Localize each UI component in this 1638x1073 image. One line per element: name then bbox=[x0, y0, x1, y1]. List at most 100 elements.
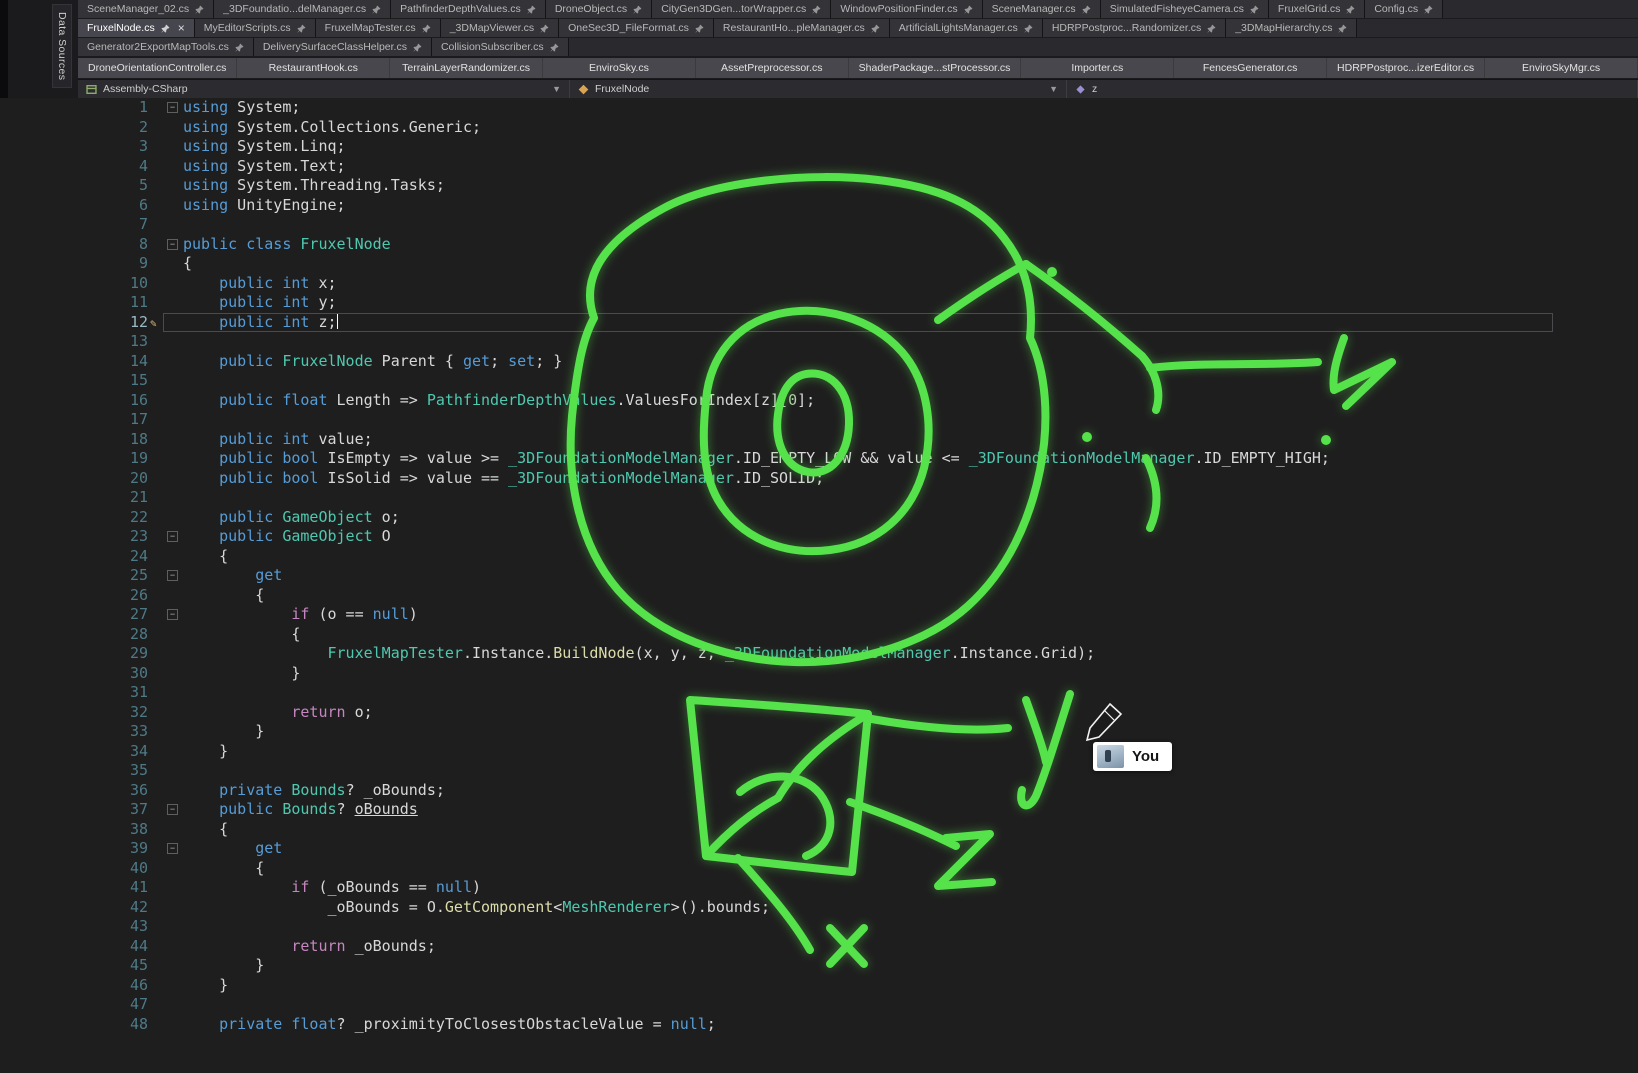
editor-tab[interactable]: SceneManager.cs bbox=[983, 0, 1100, 18]
editor-tab[interactable]: WindowPositionFinder.cs bbox=[831, 0, 981, 18]
fold-toggle[interactable]: − bbox=[167, 609, 178, 620]
type-dropdown[interactable]: FruxelNode ▼ bbox=[570, 80, 1067, 98]
editor-tab[interactable]: DeliverySurfaceClassHelper.cs bbox=[254, 38, 431, 56]
code-line[interactable]: 11 public int y; bbox=[0, 293, 1638, 313]
file-bar-item[interactable]: DroneOrientationController.cs bbox=[78, 58, 237, 78]
window-chrome: Data Sources SceneManager_02.cs_3DFounda… bbox=[0, 0, 1638, 98]
code-line[interactable]: 6using UnityEngine; bbox=[0, 196, 1638, 216]
code-line[interactable]: 16 public float Length => PathfinderDept… bbox=[0, 391, 1638, 411]
editor-tab[interactable]: RestaurantHo...pleManager.cs bbox=[714, 19, 889, 37]
code-line[interactable]: 34 } bbox=[0, 742, 1638, 762]
code-line[interactable]: 27− if (o == null) bbox=[0, 605, 1638, 625]
editor-tab[interactable]: _3DMapViewer.cs bbox=[441, 19, 558, 37]
code-line[interactable]: 10 public int x; bbox=[0, 274, 1638, 294]
editor-tab[interactable]: FruxelGrid.cs bbox=[1269, 0, 1364, 18]
editor-tab[interactable]: MyEditorScripts.cs bbox=[195, 19, 315, 37]
code-text: public int value; bbox=[183, 430, 373, 448]
file-bar-item[interactable]: HDRPPostproc...izerEditor.cs bbox=[1327, 58, 1485, 78]
code-line[interactable]: 40 { bbox=[0, 859, 1638, 879]
fold-toggle[interactable]: − bbox=[167, 239, 178, 250]
editor-tab[interactable]: SimulatedFisheyeCamera.cs bbox=[1101, 0, 1268, 18]
editor-tab[interactable]: FruxelMapTester.cs bbox=[316, 19, 440, 37]
code-line[interactable]: 8−public class FruxelNode bbox=[0, 235, 1638, 255]
editor-tab[interactable]: CollisionSubscriber.cs bbox=[432, 38, 568, 56]
code-text: private Bounds? _oBounds; bbox=[183, 781, 445, 799]
code-line[interactable]: 29 FruxelMapTester.Instance.BuildNode(x,… bbox=[0, 644, 1638, 664]
editor-tab[interactable]: Generator2ExportMapTools.cs bbox=[78, 38, 253, 56]
fold-toggle[interactable]: − bbox=[167, 843, 178, 854]
line-number: 15 bbox=[0, 371, 148, 391]
code-line[interactable]: 7 bbox=[0, 215, 1638, 235]
editor-tab[interactable]: _3DFoundatio...delManager.cs bbox=[214, 0, 390, 18]
code-line[interactable]: 18 public int value; bbox=[0, 430, 1638, 450]
editor-tab[interactable]: CityGen3DGen...torWrapper.cs bbox=[652, 0, 830, 18]
file-bar-item[interactable]: ShaderPackage...stProcessor.cs bbox=[849, 58, 1022, 78]
editor-tab[interactable]: _3DMapHierarchy.cs bbox=[1226, 19, 1356, 37]
file-bar-item[interactable]: RestaurantHook.cs bbox=[237, 58, 390, 78]
editor-tab[interactable]: HDRPPostproc...Randomizer.cs bbox=[1043, 19, 1225, 37]
editor-tab[interactable]: ArtificialLightsManager.cs bbox=[890, 19, 1042, 37]
code-line[interactable]: 4using System.Text; bbox=[0, 157, 1638, 177]
code-line[interactable]: 28 { bbox=[0, 625, 1638, 645]
fold-toggle[interactable]: − bbox=[167, 102, 178, 113]
code-line[interactable]: 35 bbox=[0, 761, 1638, 781]
code-line[interactable]: 26 { bbox=[0, 586, 1638, 606]
code-line[interactable]: 2using System.Collections.Generic; bbox=[0, 118, 1638, 138]
code-line[interactable]: 44 return _oBounds; bbox=[0, 937, 1638, 957]
code-line[interactable]: 36 private Bounds? _oBounds; bbox=[0, 781, 1638, 801]
fold-toggle[interactable]: − bbox=[167, 531, 178, 542]
code-line[interactable]: 48 private float? _proximityToClosestObs… bbox=[0, 1015, 1638, 1035]
code-line[interactable]: 42 _oBounds = O.GetComponent<MeshRendere… bbox=[0, 898, 1638, 918]
code-area[interactable]: 1−using System;2using System.Collections… bbox=[0, 98, 1638, 1073]
file-bar-item[interactable]: TerrainLayerRandomizer.cs bbox=[390, 58, 543, 78]
file-bar-item[interactable]: Importer.cs bbox=[1021, 58, 1174, 78]
code-line[interactable]: 19 public bool IsEmpty => value >= _3DFo… bbox=[0, 449, 1638, 469]
sidebar-tab-data-sources[interactable]: Data Sources bbox=[52, 4, 72, 88]
file-bar-item[interactable]: EnviroSkyMgr.cs bbox=[1485, 58, 1638, 78]
code-line[interactable]: 24 { bbox=[0, 547, 1638, 567]
line-number: 27 bbox=[0, 605, 148, 625]
code-line[interactable]: 14 public FruxelNode Parent { get; set; … bbox=[0, 352, 1638, 372]
editor-tab[interactable]: DroneObject.cs bbox=[546, 0, 651, 18]
code-line[interactable]: 12✎ public int z; bbox=[0, 313, 1638, 333]
code-line[interactable]: 1−using System; bbox=[0, 98, 1638, 118]
pin-icon bbox=[1424, 5, 1433, 14]
code-line[interactable]: 37− public Bounds? oBounds bbox=[0, 800, 1638, 820]
file-bar-item[interactable]: AssetPreprocessor.cs bbox=[696, 58, 849, 78]
editor-tab[interactable]: FruxelNode.cs× bbox=[78, 19, 194, 37]
editor-tab[interactable]: PathfinderDepthValues.cs bbox=[391, 0, 545, 18]
code-line[interactable]: 31 bbox=[0, 683, 1638, 703]
code-line[interactable]: 17 bbox=[0, 410, 1638, 430]
close-icon[interactable]: × bbox=[178, 23, 185, 33]
code-line[interactable]: 15 bbox=[0, 371, 1638, 391]
code-line[interactable]: 5using System.Threading.Tasks; bbox=[0, 176, 1638, 196]
code-line[interactable]: 21 bbox=[0, 488, 1638, 508]
editor-tab[interactable]: OneSec3D_FileFormat.cs bbox=[559, 19, 713, 37]
code-line[interactable]: 47 bbox=[0, 995, 1638, 1015]
code-line[interactable]: 13 bbox=[0, 332, 1638, 352]
code-line[interactable]: 20 public bool IsSolid => value == _3DFo… bbox=[0, 469, 1638, 489]
code-line[interactable]: 3using System.Linq; bbox=[0, 137, 1638, 157]
code-line[interactable]: 25− get bbox=[0, 566, 1638, 586]
code-line[interactable]: 38 { bbox=[0, 820, 1638, 840]
code-line[interactable]: 32 return o; bbox=[0, 703, 1638, 723]
fold-toggle[interactable]: − bbox=[167, 804, 178, 815]
code-line[interactable]: 9{ bbox=[0, 254, 1638, 274]
code-line[interactable]: 39− get bbox=[0, 839, 1638, 859]
code-line[interactable]: 30 } bbox=[0, 664, 1638, 684]
editor-tab[interactable]: SceneManager_02.cs bbox=[78, 0, 213, 18]
member-dropdown[interactable]: z bbox=[1067, 80, 1638, 98]
file-bar-item[interactable]: FencesGenerator.cs bbox=[1174, 58, 1327, 78]
fold-toggle[interactable]: − bbox=[167, 570, 178, 581]
project-dropdown[interactable]: Assembly-CSharp ▼ bbox=[78, 80, 570, 98]
code-line[interactable]: 46 } bbox=[0, 976, 1638, 996]
line-number: 10 bbox=[0, 274, 148, 294]
file-bar-item[interactable]: EnviroSky.cs bbox=[543, 58, 696, 78]
code-line[interactable]: 33 } bbox=[0, 722, 1638, 742]
code-line[interactable]: 45 } bbox=[0, 956, 1638, 976]
code-line[interactable]: 43 bbox=[0, 917, 1638, 937]
code-line[interactable]: 23− public GameObject O bbox=[0, 527, 1638, 547]
editor-tab[interactable]: Config.cs bbox=[1365, 0, 1442, 18]
code-line[interactable]: 41 if (_oBounds == null) bbox=[0, 878, 1638, 898]
code-line[interactable]: 22 public GameObject o; bbox=[0, 508, 1638, 528]
